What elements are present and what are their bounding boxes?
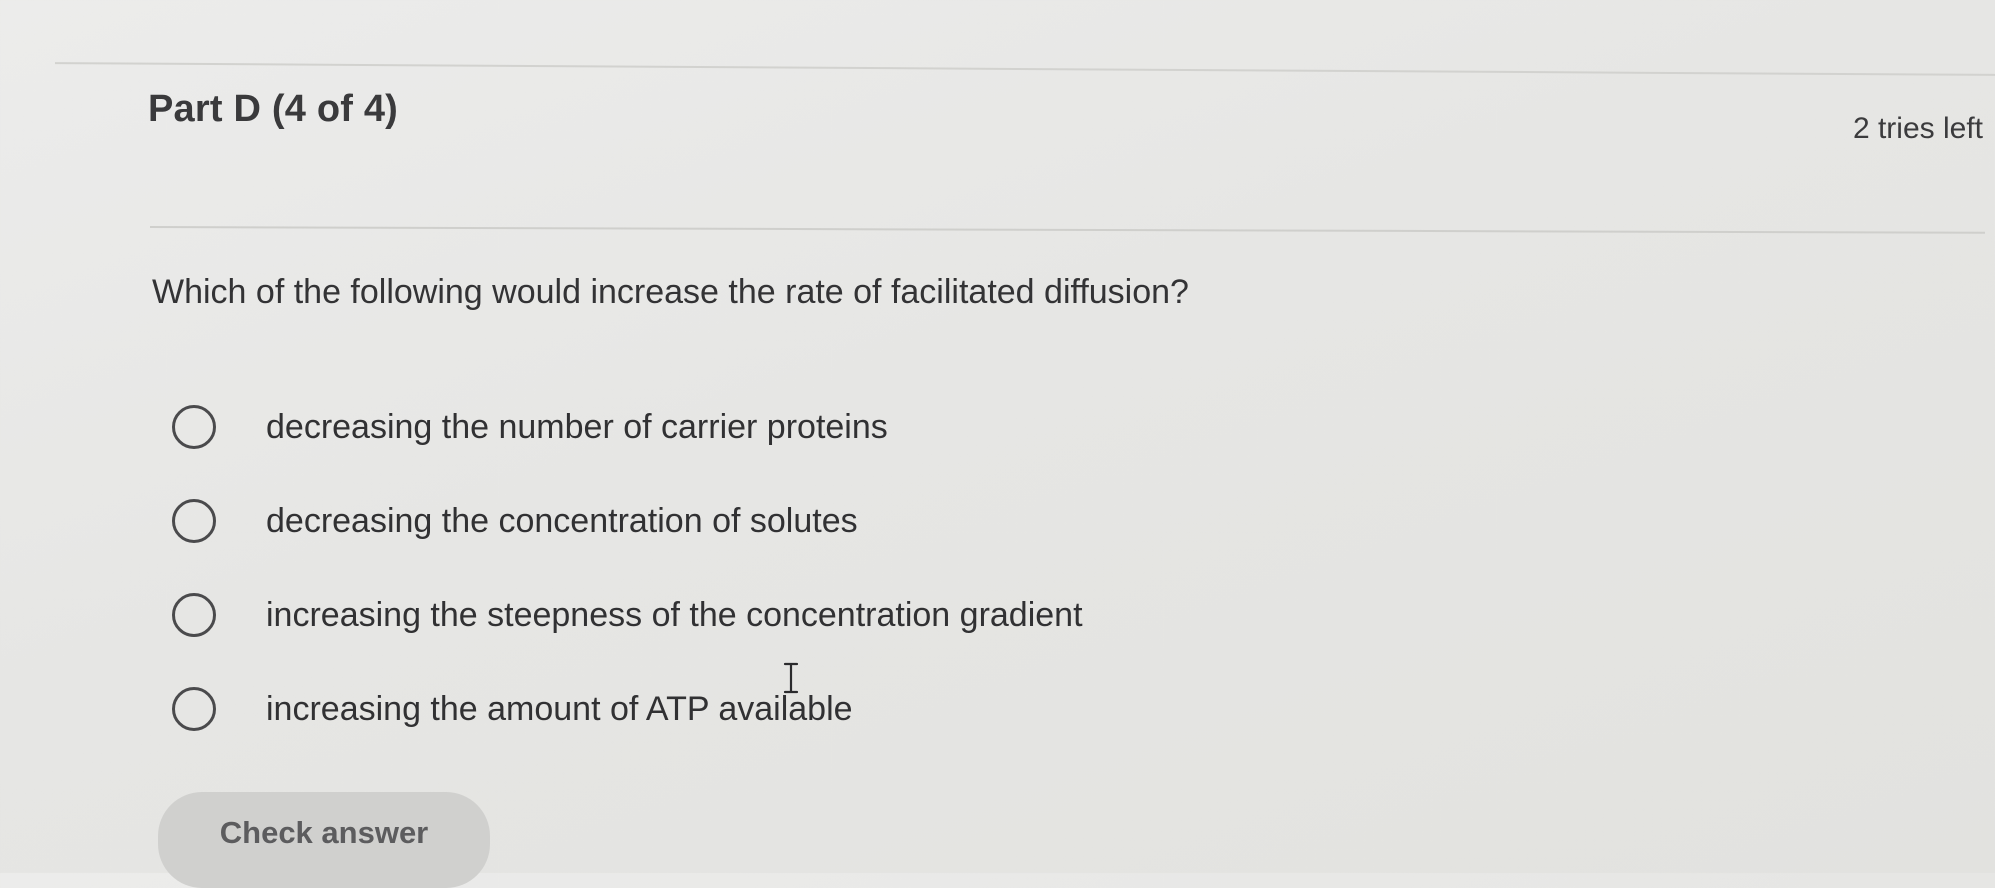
radio-button-4[interactable] — [172, 687, 216, 731]
radio-button-1[interactable] — [172, 405, 216, 449]
answer-option-label-1[interactable]: decreasing the number of carrier protein… — [266, 408, 888, 447]
answer-option-2[interactable]: decreasing the concentration of solutes — [172, 474, 1083, 568]
answer-option-label-2[interactable]: decreasing the concentration of solutes — [266, 502, 858, 541]
answer-option-label-3[interactable]: increasing the steepness of the concentr… — [266, 596, 1083, 635]
answer-options: decreasing the number of carrier protein… — [172, 380, 1083, 756]
question-text: Which of the following would increase th… — [152, 273, 1189, 311]
text-cursor-icon — [783, 662, 799, 694]
answer-option-3[interactable]: increasing the steepness of the concentr… — [172, 568, 1083, 662]
radio-button-3[interactable] — [172, 593, 216, 637]
answer-option-4[interactable]: increasing the amount of ATP available — [172, 662, 1083, 756]
part-title: Part D (4 of 4) — [148, 88, 399, 130]
section-divider — [149, 226, 1985, 234]
answer-option-label-4[interactable]: increasing the amount of ATP available — [266, 690, 853, 729]
tries-left-counter: 2 tries left — [1852, 112, 1983, 145]
answer-option-1[interactable]: decreasing the number of carrier protein… — [172, 380, 1083, 474]
check-answer-button[interactable]: Check answer — [158, 792, 490, 888]
radio-button-2[interactable] — [172, 499, 216, 543]
top-panel-edge — [55, 12, 1995, 76]
